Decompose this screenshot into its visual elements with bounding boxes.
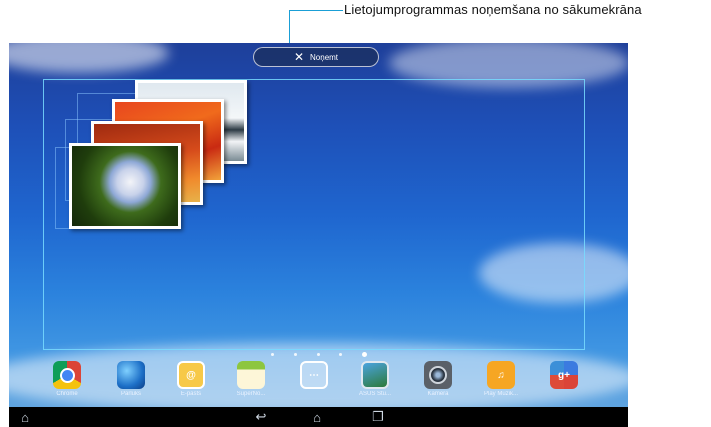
callout-leader-line-horizontal (289, 10, 343, 11)
callout-label: Lietojumprogrammas noņemšana no sākumekr… (344, 2, 642, 17)
gallery-icon (361, 361, 389, 389)
home-outline-button[interactable]: ⌂ (13, 407, 37, 427)
globe-icon (117, 361, 145, 389)
page-dot[interactable] (339, 352, 343, 356)
close-icon: ✕ (293, 50, 305, 64)
remove-drop-target[interactable]: ✕ Noņemt (253, 47, 379, 67)
system-nav-bar: ⌂ ↩ ⌂ ❐ (9, 407, 628, 427)
dock-label: ASUS Stu... (358, 391, 391, 397)
dock-email[interactable]: @ E-pasts (166, 361, 216, 397)
dock-label: SuperNo... (236, 391, 266, 397)
dock-chrome[interactable]: Chrome (42, 361, 92, 397)
home-outline-icon: ⌂ (21, 409, 29, 425)
app-dock: Chrome Pārlūks @ E-pasts SuperNo... ⋯ AS… (9, 361, 628, 407)
all-apps-icon: ⋯ (300, 361, 328, 389)
google-apps-icon: g+ (550, 361, 578, 389)
dock-all-apps[interactable]: ⋯ (289, 361, 339, 391)
home-button[interactable]: ⌂ (305, 407, 329, 427)
remove-label: Noņemt (310, 52, 339, 62)
dock-label: Kamera (427, 391, 449, 397)
dock-camera[interactable]: Kamera (413, 361, 463, 397)
dock-gallery[interactable]: ASUS Stu... (350, 361, 400, 397)
dock-label: E-pasts (180, 391, 202, 397)
page-dot[interactable] (293, 352, 297, 356)
page-dot[interactable] (271, 352, 274, 356)
photo-widget-hydrangea[interactable] (69, 143, 181, 229)
dock-label: Chrome (56, 391, 78, 397)
recent-apps-icon: ❐ (372, 409, 384, 424)
dock-label: Play Mūzik... (483, 391, 518, 397)
dock-label: Pārlūks (120, 391, 141, 397)
chrome-icon (53, 361, 81, 389)
dock-google[interactable]: g+ (539, 361, 589, 391)
headphones-icon: ♫ (487, 361, 515, 389)
dock-play-music[interactable]: ♫ Play Mūzik... (476, 361, 526, 397)
back-icon: ↩ (255, 409, 267, 424)
dock-browser[interactable]: Pārlūks (106, 361, 156, 397)
email-icon: @ (177, 361, 205, 389)
page-indicator (271, 351, 367, 357)
dock-supernote[interactable]: SuperNo... (226, 361, 276, 397)
wallpaper-cloud (9, 43, 169, 73)
back-button[interactable]: ↩ (249, 407, 273, 427)
notes-icon (237, 361, 265, 389)
page-dot[interactable] (316, 352, 320, 356)
camera-icon (424, 361, 452, 389)
home-icon: ⌂ (313, 409, 321, 425)
home-screen: ✕ Noņemt Chrome Pārlūks @ E-pasts SuperN… (9, 43, 628, 427)
recent-apps-button[interactable]: ❐ (366, 407, 390, 427)
page-dot-active[interactable] (362, 351, 367, 357)
